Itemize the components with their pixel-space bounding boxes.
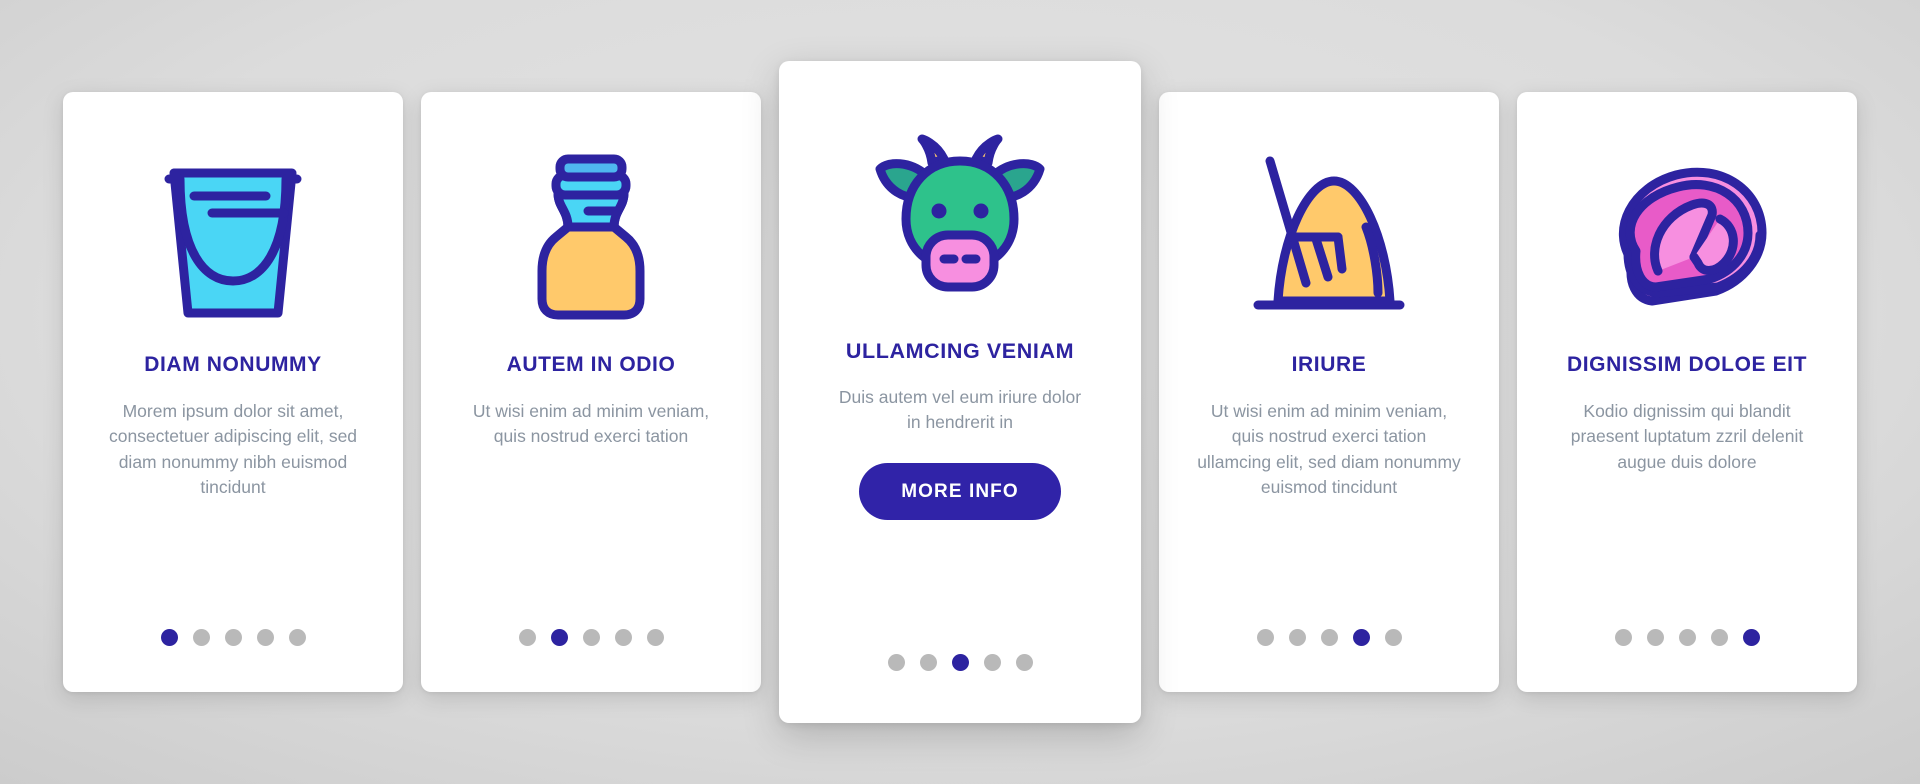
pagination-dot-3[interactable]	[224, 629, 242, 646]
pagination-dot-3[interactable]	[1320, 629, 1338, 646]
pagination-dots[interactable]	[1159, 629, 1499, 646]
pagination-dot-1[interactable]	[1614, 629, 1632, 646]
pagination-dot-4[interactable]	[983, 654, 1001, 671]
milk-bucket-icon	[89, 126, 377, 346]
pagination-dot-5[interactable]	[1384, 629, 1402, 646]
pagination-dots[interactable]	[1517, 629, 1857, 646]
pagination-dot-2[interactable]	[550, 629, 568, 646]
pagination-dot-5[interactable]	[1742, 629, 1760, 646]
onboarding-card-dignissim-doloe-eit[interactable]: DIGNISSIM DOLOE EIT Kodio dignissim qui …	[1517, 92, 1857, 692]
card-body: Ut wisi enim ad minim veniam, quis nostr…	[472, 401, 710, 447]
pagination-dot-4[interactable]	[1710, 629, 1728, 646]
pagination-dot-3[interactable]	[582, 629, 600, 646]
card-body: Kodio dignissim qui blandit praesent lup…	[1570, 401, 1804, 472]
more-info-button[interactable]: MORE INFO	[859, 463, 1061, 521]
card-title: ULLAMCING VENIAM	[845, 339, 1075, 363]
pagination-dot-1[interactable]	[160, 629, 178, 646]
card-title: DIAM NONUMMY	[144, 353, 322, 376]
haystack-pitchfork-icon	[1185, 126, 1473, 346]
milk-bottle-icon	[447, 126, 735, 346]
pagination-dot-2[interactable]	[919, 654, 937, 671]
card-body: Morem ipsum dolor sit amet, consectetuer…	[108, 401, 358, 497]
pagination-dots[interactable]	[421, 629, 761, 646]
pagination-dots[interactable]	[63, 629, 403, 646]
pagination-dot-2[interactable]	[192, 629, 210, 646]
pagination-dot-1[interactable]	[1256, 629, 1274, 646]
card-title: DIGNISSIM DOLOE EIT	[1566, 353, 1808, 376]
pagination-dot-2[interactable]	[1646, 629, 1664, 646]
pagination-dot-4[interactable]	[256, 629, 274, 646]
pagination-dot-5[interactable]	[288, 629, 306, 646]
steak-meat-icon	[1543, 126, 1831, 346]
pagination-dot-2[interactable]	[1288, 629, 1306, 646]
pagination-dots[interactable]	[779, 654, 1141, 671]
pagination-dot-3[interactable]	[951, 654, 969, 671]
pagination-dot-1[interactable]	[887, 654, 905, 671]
pagination-dot-3[interactable]	[1678, 629, 1696, 646]
pagination-dot-5[interactable]	[646, 629, 664, 646]
onboarding-card-ullamcing-veniam[interactable]: ULLAMCING VENIAM Duis autem vel eum iriu…	[779, 61, 1141, 723]
onboarding-card-diam-nonummy[interactable]: DIAM NONUMMY Morem ipsum dolor sit amet,…	[63, 92, 403, 692]
cow-head-icon	[805, 101, 1115, 333]
card-body: Duis autem vel eum iriure dolor in hendr…	[838, 386, 1082, 432]
onboarding-card-iriure[interactable]: IRIURE Ut wisi enim ad minim veniam, qui…	[1159, 92, 1499, 692]
pagination-dot-1[interactable]	[518, 629, 536, 646]
pagination-dot-4[interactable]	[1352, 629, 1370, 646]
card-title: AUTEM IN ODIO	[506, 353, 676, 376]
card-body: Ut wisi enim ad minim veniam, quis nostr…	[1197, 401, 1461, 497]
card-title: IRIURE	[1291, 353, 1367, 376]
pagination-dot-5[interactable]	[1015, 654, 1033, 671]
pagination-dot-4[interactable]	[614, 629, 632, 646]
onboarding-card-autem-in-odio[interactable]: AUTEM IN ODIO Ut wisi enim ad minim veni…	[421, 92, 761, 692]
onboarding-card-carousel: DIAM NONUMMY Morem ipsum dolor sit amet,…	[0, 0, 1920, 784]
